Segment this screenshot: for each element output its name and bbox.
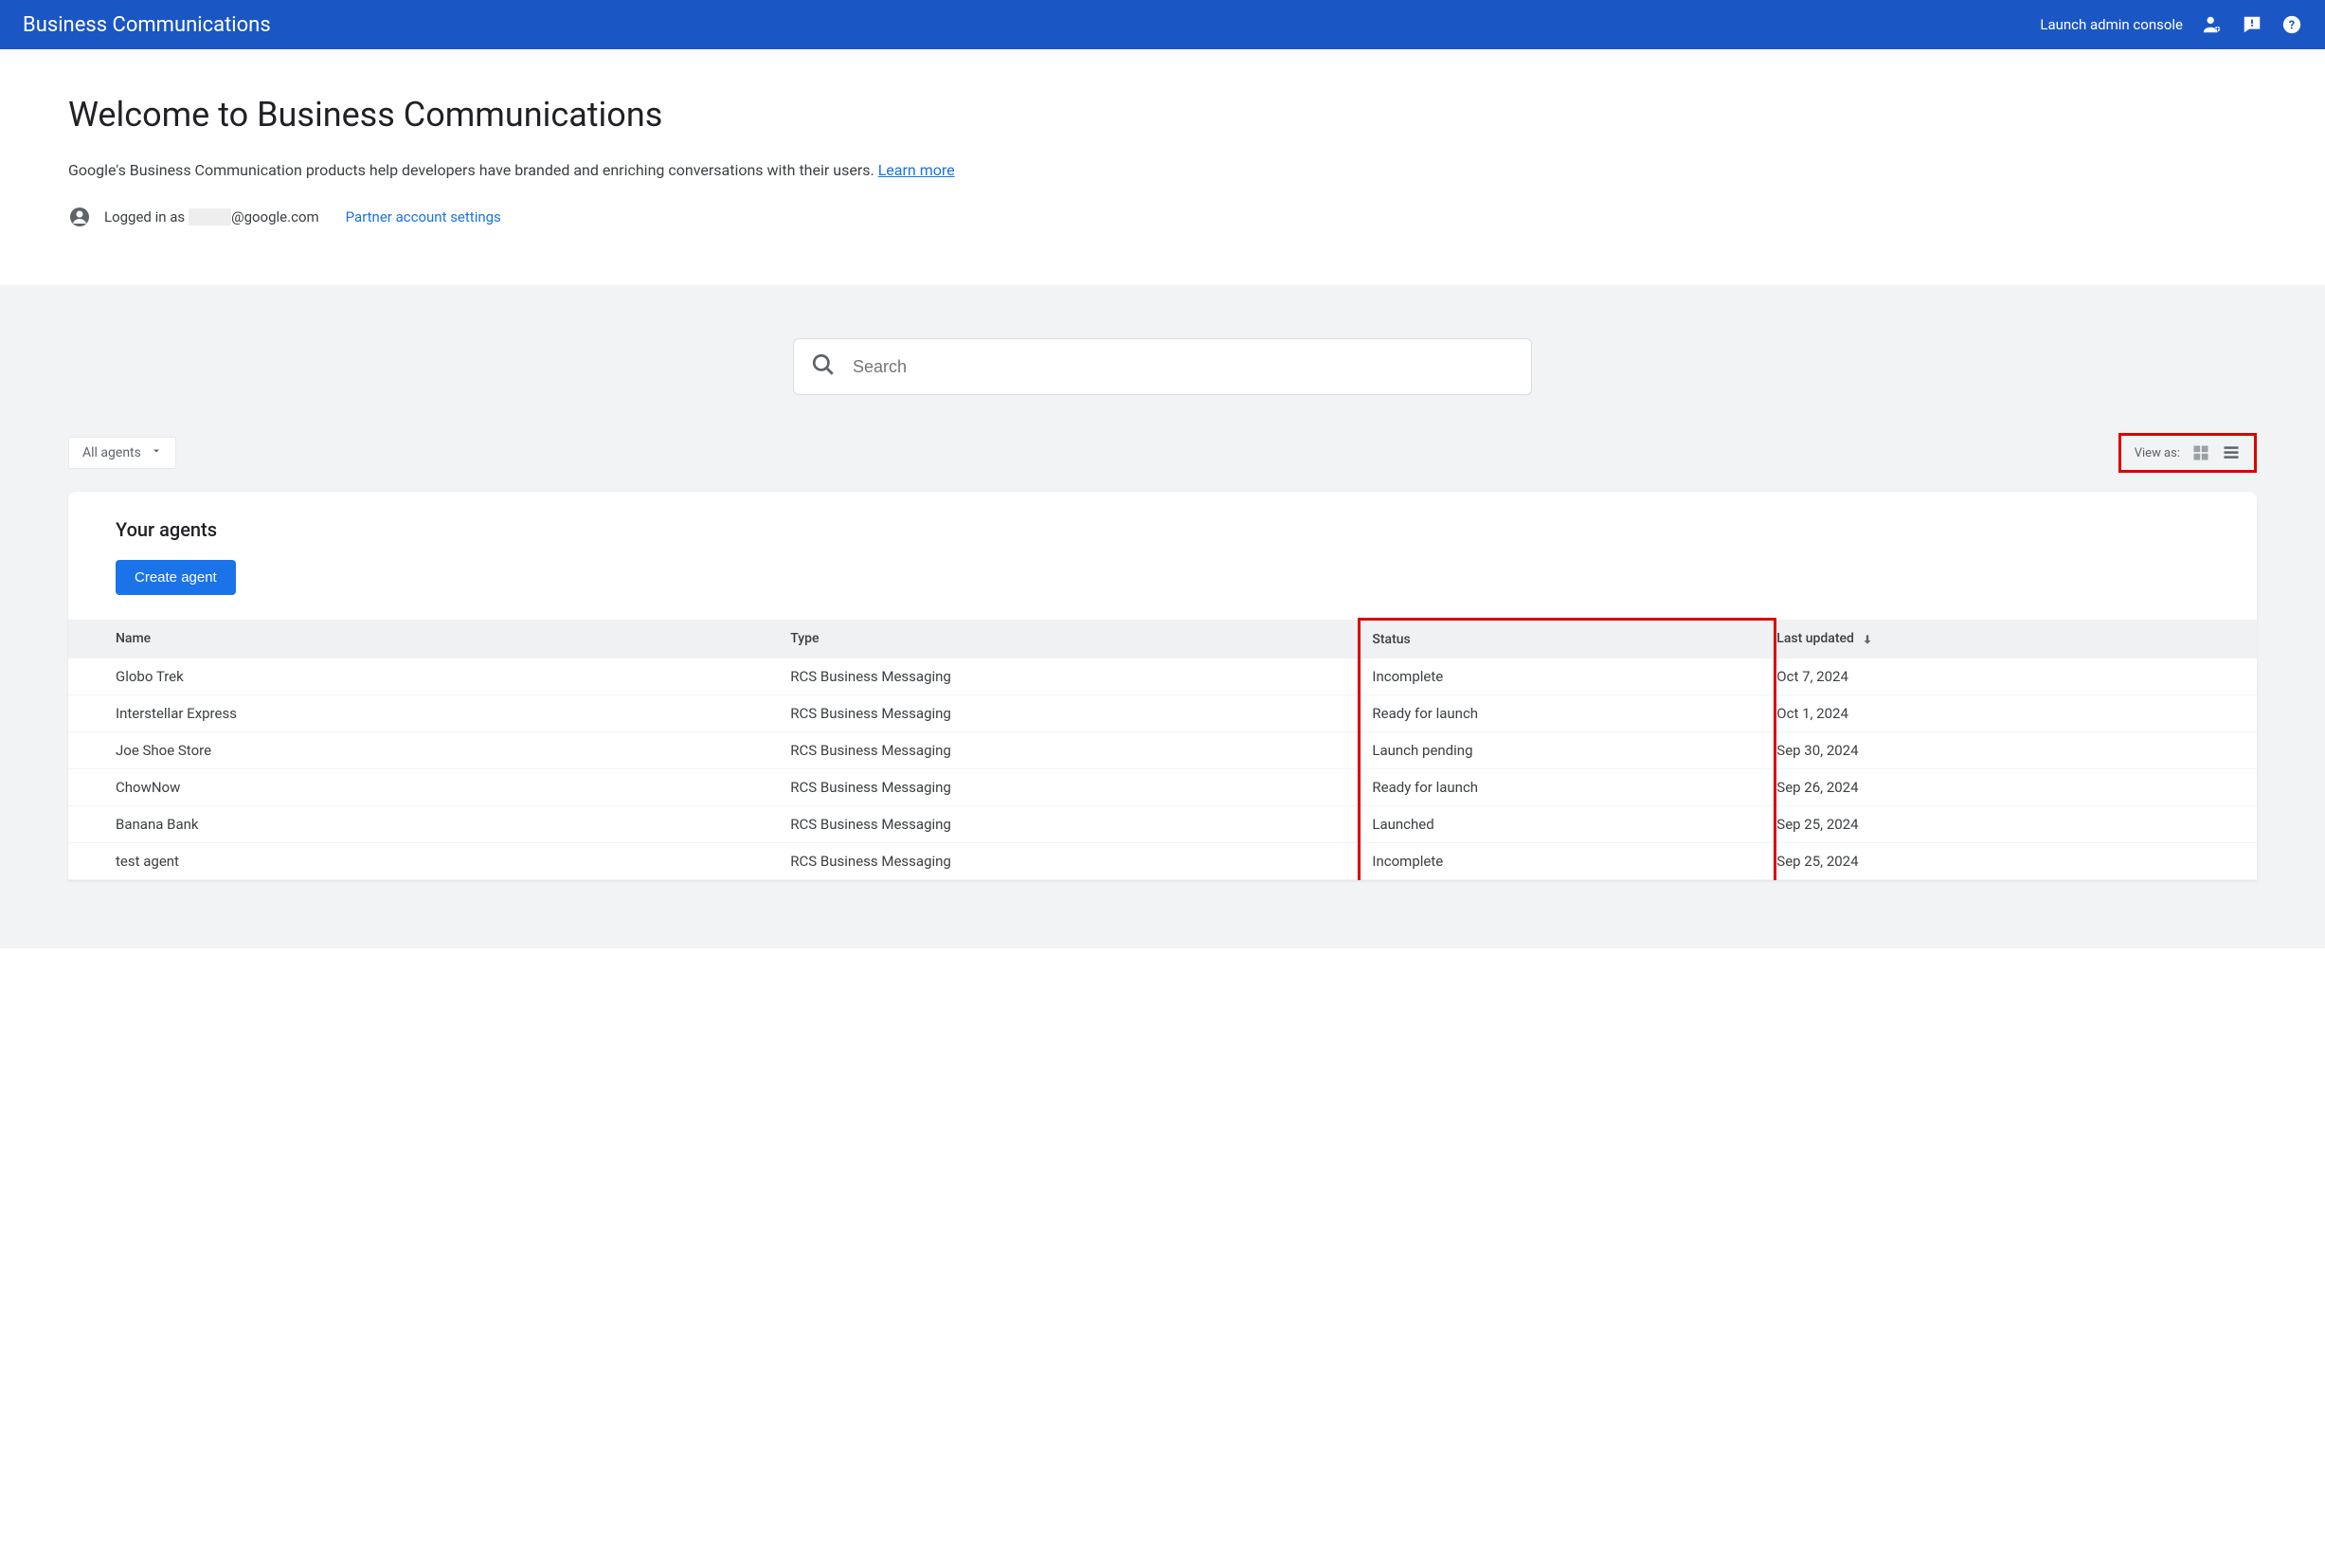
- cell-name: Interstellar Express: [68, 695, 790, 732]
- col-header-updated-label: Last updated: [1776, 631, 1854, 646]
- page-title: Welcome to Business Communications: [68, 95, 2257, 135]
- list-view-icon[interactable]: [2222, 443, 2241, 462]
- login-info-row: Logged in as xxxxx@google.com Partner ac…: [68, 206, 2257, 228]
- agents-table-body: Globo Trek RCS Business Messaging Incomp…: [68, 658, 2257, 880]
- search-container: [0, 338, 2325, 395]
- logged-in-text: Logged in as xxxxx@google.com: [104, 208, 319, 225]
- cell-type: RCS Business Messaging: [790, 769, 1360, 806]
- cell-status-highlighted: Launch pending: [1360, 732, 1775, 769]
- agents-section: All agents View as: Your agents Create a…: [0, 285, 2325, 948]
- cell-name: test agent: [68, 843, 790, 880]
- partner-account-settings-link[interactable]: Partner account settings: [346, 208, 501, 225]
- feedback-icon[interactable]: [2242, 14, 2262, 35]
- col-header-type[interactable]: Type: [790, 620, 1360, 659]
- app-title: Business Communications: [23, 13, 271, 37]
- view-as-label: View as:: [2135, 446, 2180, 460]
- col-header-status-highlighted[interactable]: Status: [1360, 620, 1775, 659]
- cell-name: ChowNow: [68, 769, 790, 806]
- agents-card-title: Your agents: [116, 518, 2209, 541]
- table-header-row: Name Type Status Last updated: [68, 620, 2257, 659]
- cell-updated: Oct 7, 2024: [1775, 658, 2257, 695]
- agents-table: Name Type Status Last updated Globo Trek…: [68, 618, 2257, 880]
- logged-in-domain: @google.com: [231, 208, 319, 225]
- person-icon: [68, 206, 91, 228]
- col-header-name[interactable]: Name: [68, 620, 790, 659]
- cell-type: RCS Business Messaging: [790, 695, 1360, 732]
- create-agent-button[interactable]: Create agent: [116, 560, 236, 595]
- cell-name: Joe Shoe Store: [68, 732, 790, 769]
- cell-status-highlighted: Incomplete: [1360, 843, 1775, 880]
- cell-status-highlighted: Launched: [1360, 806, 1775, 843]
- subtitle-text: Google's Business Communication products…: [68, 161, 878, 179]
- cell-status-highlighted: Incomplete: [1360, 658, 1775, 695]
- agents-card-header: Your agents Create agent: [68, 492, 2257, 618]
- table-row[interactable]: test agent RCS Business Messaging Incomp…: [68, 843, 2257, 880]
- header-right: Launch admin console ?: [2040, 14, 2302, 35]
- user-settings-icon[interactable]: [2202, 14, 2223, 35]
- search-icon: [811, 352, 853, 381]
- logged-in-prefix: Logged in as: [104, 208, 189, 225]
- cell-type: RCS Business Messaging: [790, 843, 1360, 880]
- learn-more-link[interactable]: Learn more: [878, 161, 955, 179]
- cell-name: Globo Trek: [68, 658, 790, 695]
- col-header-updated[interactable]: Last updated: [1775, 620, 2257, 659]
- cell-type: RCS Business Messaging: [790, 806, 1360, 843]
- agents-filter-dropdown[interactable]: All agents: [68, 437, 176, 469]
- logged-in-username-masked: xxxxx: [189, 208, 231, 225]
- welcome-section: Welcome to Business Communications Googl…: [0, 49, 2325, 285]
- table-row[interactable]: Interstellar Express RCS Business Messag…: [68, 695, 2257, 732]
- view-controls-highlighted: View as:: [2118, 433, 2257, 473]
- cell-type: RCS Business Messaging: [790, 658, 1360, 695]
- cell-updated: Sep 26, 2024: [1775, 769, 2257, 806]
- cell-status-highlighted: Ready for launch: [1360, 769, 1775, 806]
- controls-row: All agents View as:: [0, 433, 2325, 473]
- help-icon[interactable]: ?: [2281, 14, 2302, 35]
- table-row[interactable]: Globo Trek RCS Business Messaging Incomp…: [68, 658, 2257, 695]
- agents-card: Your agents Create agent Name Type Statu…: [68, 492, 2257, 880]
- cell-type: RCS Business Messaging: [790, 732, 1360, 769]
- app-header: Business Communications Launch admin con…: [0, 0, 2325, 49]
- cell-updated: Sep 25, 2024: [1775, 806, 2257, 843]
- filter-label: All agents: [82, 445, 141, 460]
- grid-view-icon[interactable]: [2191, 443, 2210, 462]
- page-subtitle: Google's Business Communication products…: [68, 161, 2257, 179]
- cell-updated: Sep 30, 2024: [1775, 732, 2257, 769]
- chevron-down-icon: [151, 445, 162, 460]
- launch-admin-console-link[interactable]: Launch admin console: [2040, 16, 2183, 33]
- table-row[interactable]: Joe Shoe Store RCS Business Messaging La…: [68, 732, 2257, 769]
- cell-updated: Sep 25, 2024: [1775, 843, 2257, 880]
- cell-name: Banana Bank: [68, 806, 790, 843]
- search-box[interactable]: [793, 338, 1532, 395]
- cell-updated: Oct 1, 2024: [1775, 695, 2257, 732]
- svg-text:?: ?: [2289, 19, 2295, 33]
- sort-descending-icon: [1861, 633, 1874, 646]
- cell-status-highlighted: Ready for launch: [1360, 695, 1775, 732]
- table-row[interactable]: Banana Bank RCS Business Messaging Launc…: [68, 806, 2257, 843]
- table-row[interactable]: ChowNow RCS Business Messaging Ready for…: [68, 769, 2257, 806]
- search-input[interactable]: [853, 357, 1514, 377]
